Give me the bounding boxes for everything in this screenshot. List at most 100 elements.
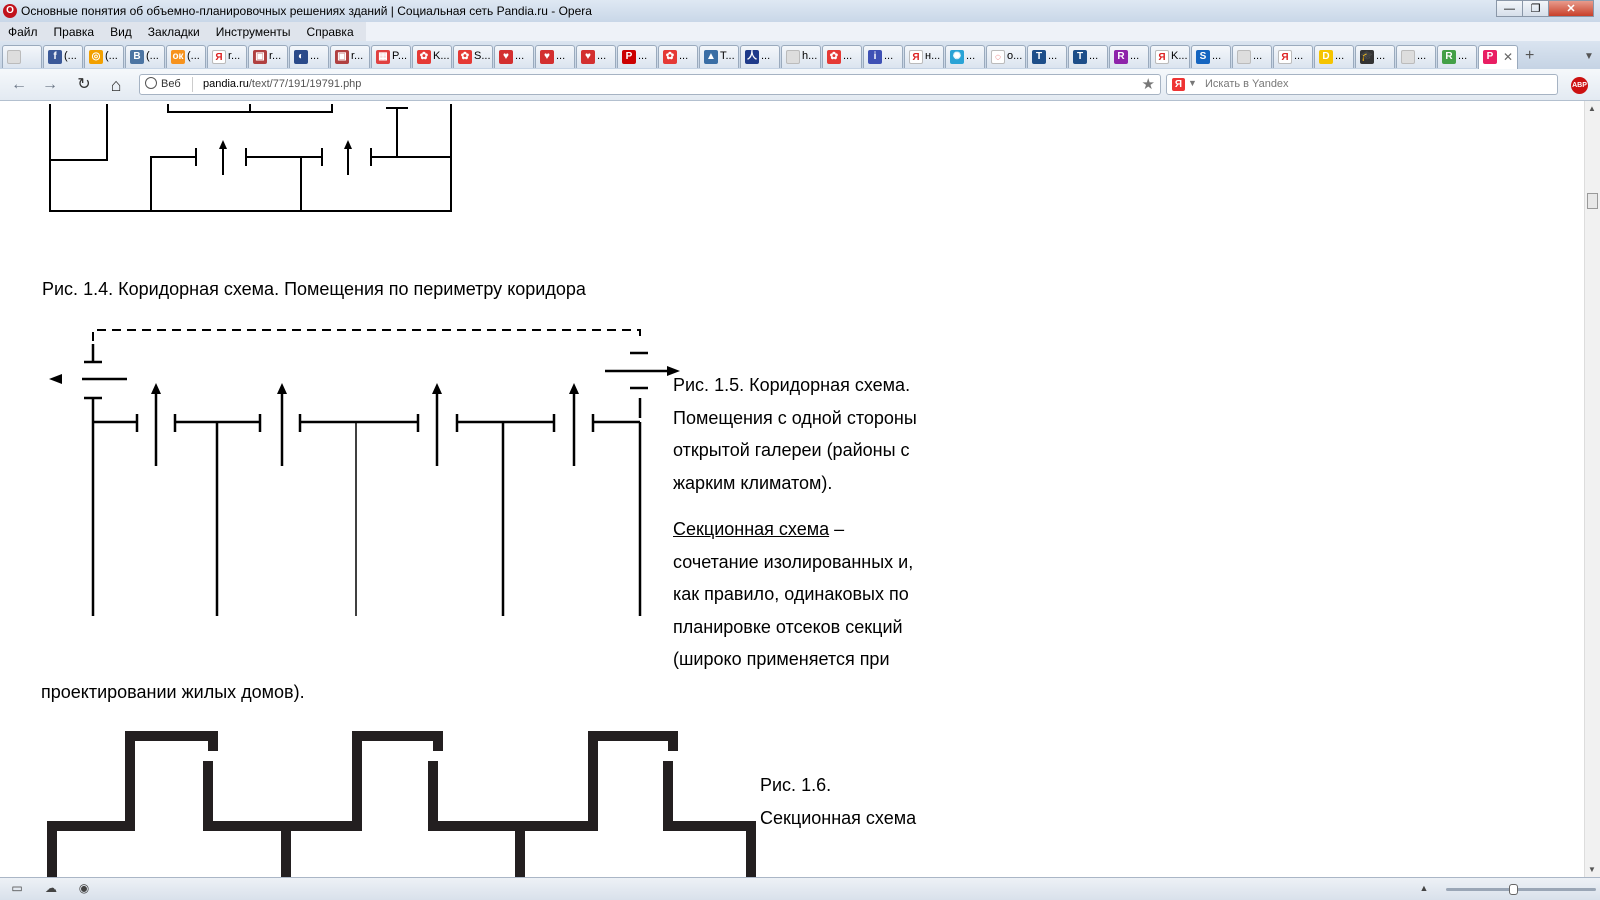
tab[interactable]: T... bbox=[1027, 45, 1067, 68]
tab-label: (... bbox=[146, 50, 159, 62]
tab[interactable]: ◐... bbox=[289, 45, 329, 68]
tab[interactable]: ◎ (... bbox=[84, 45, 124, 68]
tab-label: S... bbox=[474, 50, 491, 62]
tab[interactable]: i... bbox=[863, 45, 903, 68]
compass-icon: ◐ bbox=[294, 50, 308, 64]
tab[interactable]: Я K... bbox=[1150, 45, 1190, 68]
menu-bookmarks[interactable]: Закладки bbox=[140, 22, 208, 41]
tab[interactable]: R... bbox=[1109, 45, 1149, 68]
tab[interactable]: ок (... bbox=[166, 45, 206, 68]
shield-icon: ♥ bbox=[540, 50, 554, 64]
menu-edit[interactable]: Правка bbox=[46, 22, 103, 41]
scroll-up-arrow-icon[interactable]: ▲ bbox=[1588, 104, 1596, 113]
tab-label: h... bbox=[802, 50, 818, 62]
scrollbar-thumb[interactable] bbox=[1587, 193, 1598, 209]
section-definition-line-5: (широко применяется при bbox=[673, 649, 890, 669]
tab-list-chevron-down-icon[interactable]: ▼ bbox=[1584, 51, 1594, 62]
tab-label: ... bbox=[843, 50, 853, 62]
figure-1-5-diagram bbox=[49, 329, 680, 616]
window-controls: — ❐ ✕ bbox=[1496, 0, 1594, 18]
tab[interactable]: Я... bbox=[1273, 45, 1313, 68]
odnoklassniki-icon: ок bbox=[171, 50, 185, 64]
tab-label: r... bbox=[269, 50, 282, 62]
tab[interactable]: ✿ S... bbox=[453, 45, 493, 68]
section-definition-line-6: проектировании жилых домов). bbox=[41, 681, 305, 702]
section-definition-line-4: планировке отсеков секций bbox=[673, 616, 903, 637]
adblock-plus-icon[interactable]: ABP bbox=[1571, 77, 1588, 94]
tab[interactable]: B (... bbox=[125, 45, 165, 68]
tab[interactable]: ✺... bbox=[945, 45, 985, 68]
s-icon: S bbox=[1196, 50, 1210, 64]
tab[interactable]: ◌ o... bbox=[986, 45, 1026, 68]
url-host: pandia.ru bbox=[203, 78, 249, 90]
tab[interactable]: ♥... bbox=[576, 45, 616, 68]
bookmark-star-icon[interactable]: ★ bbox=[1142, 75, 1155, 93]
new-tab-button[interactable]: + bbox=[1525, 47, 1534, 65]
back-button[interactable]: ← bbox=[9, 75, 29, 95]
security-badge[interactable]: Веб bbox=[145, 77, 181, 90]
menu-file[interactable]: Файл bbox=[0, 22, 46, 41]
tab[interactable]: Ян... bbox=[904, 45, 944, 68]
tab[interactable]: 🎓... bbox=[1355, 45, 1395, 68]
tab[interactable]: D... bbox=[1314, 45, 1354, 68]
figure-1-6-caption-line-1: Рис. 1.6. bbox=[760, 775, 832, 795]
tab[interactable]: P... bbox=[617, 45, 657, 68]
tab[interactable]: Яr... bbox=[207, 45, 247, 68]
tab[interactable]: ▣ r... bbox=[330, 45, 370, 68]
tab[interactable]: T... bbox=[1068, 45, 1108, 68]
forward-button[interactable]: → bbox=[40, 75, 60, 95]
person-icon: 人 bbox=[745, 50, 759, 64]
menu-view[interactable]: Вид bbox=[102, 22, 140, 41]
tab[interactable]: ▣ r... bbox=[248, 45, 288, 68]
tab[interactable]: S... bbox=[1191, 45, 1231, 68]
menu-tools[interactable]: Инструменты bbox=[208, 22, 299, 41]
panel-toggle-icon[interactable]: ▭ bbox=[10, 882, 24, 894]
minimize-button[interactable]: — bbox=[1496, 0, 1523, 17]
tab[interactable]: f (... bbox=[43, 45, 83, 68]
reload-button[interactable]: ↻ bbox=[74, 75, 94, 95]
turbo-icon[interactable]: ◉ bbox=[77, 882, 91, 894]
tab[interactable]: ✿... bbox=[658, 45, 698, 68]
maximize-button[interactable]: ❐ bbox=[1522, 0, 1549, 17]
image-icon: ▣ bbox=[253, 50, 267, 64]
tab[interactable]: R... bbox=[1437, 45, 1477, 68]
tab[interactable]: ✿... bbox=[822, 45, 862, 68]
figure-1-5-caption-line-1: Рис. 1.5. Коридорная схема. bbox=[673, 375, 911, 395]
menu-help[interactable]: Справка bbox=[299, 22, 362, 41]
search-engine-dropdown-icon[interactable]: ▼ bbox=[1188, 78, 1197, 88]
window-title: Основные понятия об объемно-планировочны… bbox=[21, 4, 592, 18]
graduation-cap-icon: 🎓 bbox=[1360, 50, 1374, 64]
home-button[interactable]: ⌂ bbox=[106, 75, 126, 95]
facebook-icon: f bbox=[48, 50, 62, 64]
scroll-down-arrow-icon[interactable]: ▼ bbox=[1588, 865, 1596, 874]
tab[interactable] bbox=[2, 45, 42, 68]
tab[interactable]: ... bbox=[1396, 45, 1436, 68]
globe-icon bbox=[145, 77, 157, 89]
shield-icon: ♥ bbox=[499, 50, 513, 64]
tab-close-icon[interactable]: ✕ bbox=[1503, 50, 1513, 64]
tab[interactable]: ♥... bbox=[494, 45, 534, 68]
close-button[interactable]: ✕ bbox=[1548, 0, 1594, 17]
tab-label: r... bbox=[228, 50, 241, 62]
tab[interactable]: ▦ P... bbox=[371, 45, 411, 68]
tab[interactable]: ... bbox=[1232, 45, 1272, 68]
zoom-slider[interactable] bbox=[1446, 884, 1596, 895]
pandia-icon: P bbox=[1483, 50, 1497, 64]
unite-cloud-icon[interactable]: ☁ bbox=[44, 882, 58, 894]
tab-label: o... bbox=[1007, 50, 1023, 62]
search-box[interactable]: Я ▼ Искать в Yandex bbox=[1166, 74, 1558, 95]
search-placeholder: Искать в Yandex bbox=[1205, 78, 1289, 90]
tab[interactable]: ▲ T... bbox=[699, 45, 739, 68]
address-bar[interactable]: Веб pandia.ru/text/77/191/19791.php ★ bbox=[139, 74, 1161, 95]
tab[interactable]: ♥... bbox=[535, 45, 575, 68]
yandex-search-icon[interactable]: Я bbox=[1172, 78, 1185, 91]
tab[interactable]: ✿ K... bbox=[412, 45, 452, 68]
page-icon bbox=[786, 50, 800, 64]
tab[interactable]: 人... bbox=[740, 45, 780, 68]
vertical-scrollbar[interactable]: ▲ ▼ bbox=[1584, 101, 1600, 877]
zoom-slider-knob[interactable] bbox=[1509, 884, 1518, 895]
zoom-menu-icon[interactable]: ▲ bbox=[1417, 882, 1431, 894]
tab-active[interactable]: P ✕ bbox=[1478, 45, 1518, 69]
tab-label: P... bbox=[392, 50, 408, 62]
tab[interactable]: h... bbox=[781, 45, 821, 68]
